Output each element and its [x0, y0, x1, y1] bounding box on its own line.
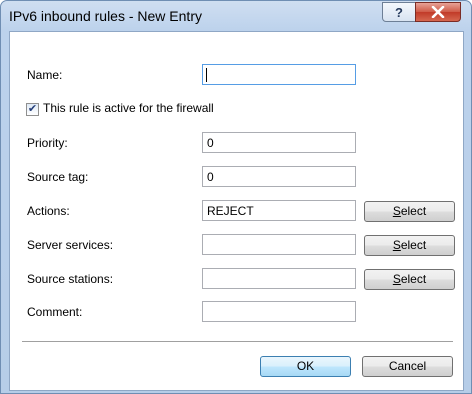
actions-select-button[interactable]: Select: [364, 201, 455, 222]
comment-field[interactable]: [202, 301, 356, 322]
help-icon: ?: [395, 4, 403, 20]
ok-button[interactable]: OK: [260, 356, 351, 377]
help-button[interactable]: ?: [382, 2, 416, 22]
priority-field[interactable]: 0: [202, 132, 356, 153]
source-stations-select-button[interactable]: Select: [364, 269, 455, 290]
actions-field[interactable]: REJECT: [202, 200, 356, 221]
source-tag-value: 0: [207, 170, 214, 184]
server-services-field[interactable]: [202, 234, 356, 255]
dialog-body: Name: ✔ This rule is active for the fire…: [9, 31, 464, 391]
priority-label: Priority:: [27, 136, 68, 150]
source-tag-field[interactable]: 0: [202, 166, 356, 187]
window-title: IPv6 inbound rules - New Entry: [9, 8, 202, 24]
name-label: Name:: [27, 68, 63, 82]
cancel-button[interactable]: Cancel: [362, 356, 453, 377]
source-stations-label: Source stations:: [27, 272, 114, 286]
name-field[interactable]: [202, 64, 356, 85]
source-stations-field[interactable]: [202, 268, 356, 289]
close-icon: [431, 6, 445, 18]
source-tag-label: Source tag:: [27, 170, 89, 184]
server-services-label: Server services:: [27, 238, 114, 252]
checkmark-icon: ✔: [27, 103, 38, 115]
actions-value: REJECT: [207, 204, 254, 218]
active-rule-checkbox[interactable]: ✔: [26, 103, 39, 116]
dialog-window: IPv6 inbound rules - New Entry ? Name: ✔…: [0, 0, 472, 394]
comment-label: Comment:: [27, 305, 83, 319]
close-button[interactable]: [415, 2, 461, 22]
actions-label: Actions:: [27, 204, 70, 218]
footer-divider: [22, 341, 453, 343]
active-rule-label[interactable]: This rule is active for the firewall: [43, 101, 214, 115]
text-caret: [206, 68, 207, 82]
server-services-select-button[interactable]: Select: [364, 235, 455, 256]
priority-value: 0: [207, 136, 214, 150]
title-bar[interactable]: IPv6 inbound rules - New Entry ?: [1, 1, 471, 31]
